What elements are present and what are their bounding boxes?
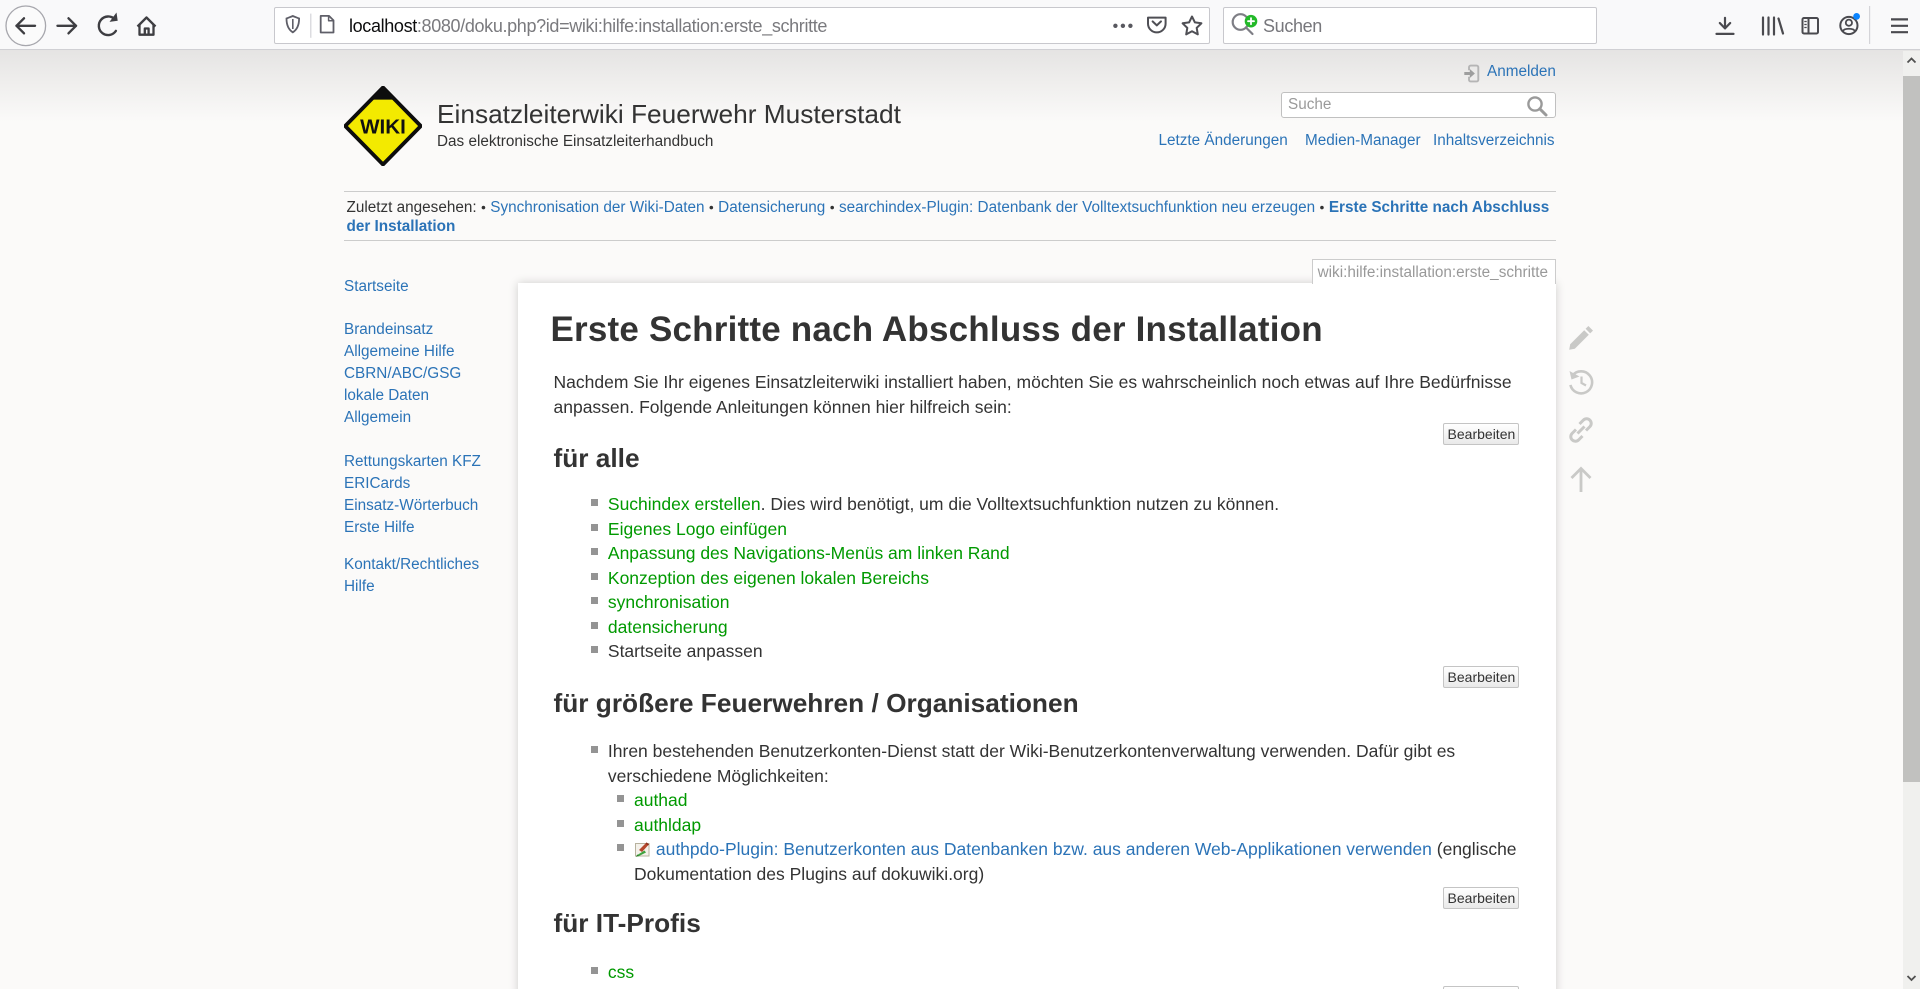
svg-text:WIKI: WIKI xyxy=(360,115,406,138)
